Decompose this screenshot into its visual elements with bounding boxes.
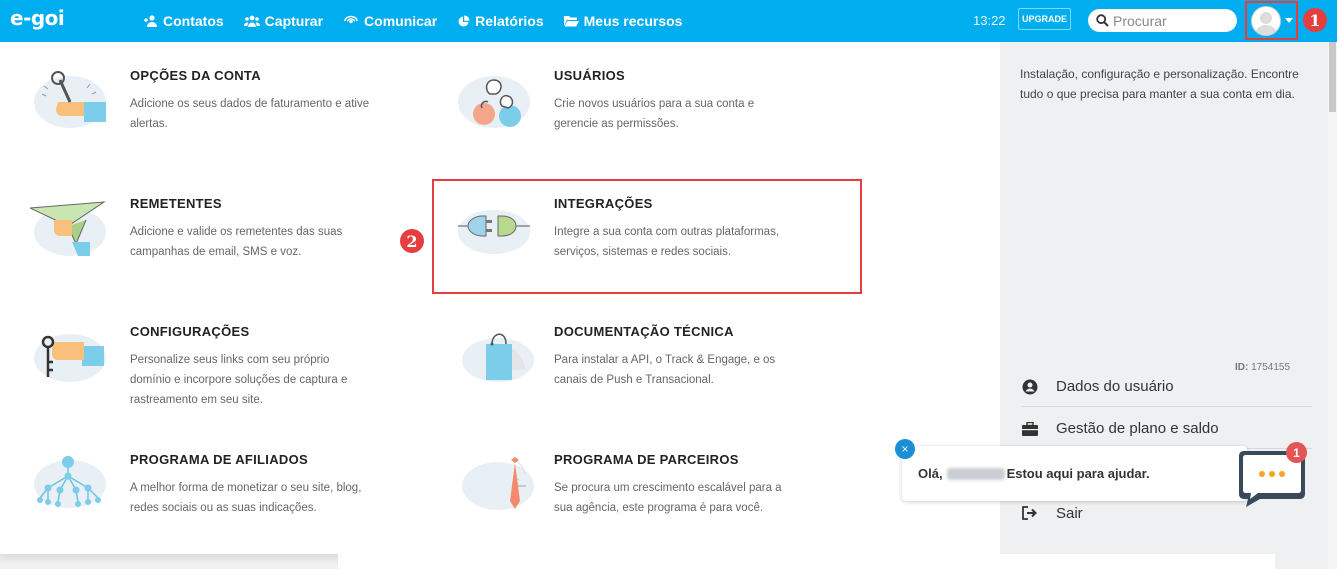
nav-meus-recursos[interactable]: Meus recursos bbox=[563, 13, 683, 29]
side-link-label: Sair bbox=[1056, 504, 1083, 522]
paper-plane-icon bbox=[30, 201, 106, 256]
chat-close-button[interactable]: × bbox=[895, 439, 915, 459]
nav-label: Contatos bbox=[163, 13, 224, 29]
avatar bbox=[1250, 5, 1281, 36]
pie-chart-icon bbox=[458, 15, 470, 26]
menu-item-desc: Crie novos usuários para a sua conta e g… bbox=[554, 98, 755, 130]
menu-item-desc: Adicione os seus dados de faturamento e … bbox=[130, 98, 370, 130]
document-bag-icon bbox=[462, 333, 534, 382]
nav-comunicar[interactable]: Comunicar bbox=[343, 13, 437, 29]
menu-item-title: DOCUMENTAÇÃO TÉCNICA bbox=[554, 324, 734, 339]
chat-greeting-start: Olá, bbox=[918, 466, 943, 481]
menu-item-programa-de-afiliados[interactable]: PROGRAMA DE AFILIADOS A melhor forma de … bbox=[0, 433, 420, 533]
side-panel-description: Instalação, configuração e personalizaçã… bbox=[1020, 67, 1299, 101]
search-input[interactable] bbox=[1113, 12, 1228, 29]
link-dados-do-usuario[interactable]: Dados do usuário bbox=[1022, 367, 1312, 407]
nav-label: Meus recursos bbox=[583, 13, 683, 29]
menu-item-desc: Para instalar a API, o Track & Engage, e… bbox=[554, 354, 776, 386]
key-icon bbox=[34, 334, 106, 382]
menu-item-title: USUÁRIOS bbox=[554, 68, 626, 83]
account-menu-panel: OPÇÕES DA CONTA Adicione os seus dados d… bbox=[0, 42, 1000, 554]
menu-item-title: CONFIGURAÇÕES bbox=[130, 324, 250, 339]
side-link-label: Gestão de plano e saldo bbox=[1056, 420, 1219, 437]
upgrade-button[interactable]: UPGRADE bbox=[1018, 8, 1071, 30]
scrollbar-thumb[interactable] bbox=[1329, 42, 1336, 112]
chat-unread-badge: 1 bbox=[1286, 442, 1307, 463]
menu-item-documentacao-tecnica[interactable]: DOCUMENTAÇÃO TÉCNICA Para instalar a API… bbox=[424, 305, 844, 405]
link-gestao-de-plano[interactable]: Gestão de plano e saldo bbox=[1022, 409, 1312, 449]
chevron-down-icon bbox=[1284, 18, 1293, 23]
chat-greeting-bubble[interactable]: Olá, Estou aqui para ajudar. bbox=[902, 446, 1247, 501]
menu-item-title: OPÇÕES DA CONTA bbox=[130, 68, 261, 83]
annotation-marker-1: 1 bbox=[1303, 8, 1327, 32]
nav-label: Relatórios bbox=[475, 13, 544, 29]
broadcast-icon bbox=[344, 15, 358, 24]
menu-item-remetentes[interactable]: REMETENTES Adicione e valide os remetent… bbox=[0, 177, 420, 277]
chat-greeting-end: Estou aqui para ajudar. bbox=[1006, 466, 1150, 481]
nav-relatorios[interactable]: Relatórios bbox=[457, 13, 544, 29]
top-navigation-bar: e-goi Contatos Capturar Comunicar Relató… bbox=[0, 0, 1337, 42]
menu-item-usuarios[interactable]: USUÁRIOS Crie novos usuários para a sua … bbox=[424, 49, 844, 149]
users-group-icon bbox=[458, 76, 530, 128]
page-content-strip bbox=[338, 554, 1275, 569]
user-plus-icon bbox=[144, 15, 157, 27]
nav-contatos[interactable]: Contatos bbox=[144, 13, 224, 29]
tie-icon bbox=[462, 457, 534, 510]
menu-item-title: PROGRAMA DE AFILIADOS bbox=[130, 452, 308, 467]
integrations-highlight-box bbox=[432, 179, 862, 294]
menu-item-desc: Adicione e valide os remetentes das suas… bbox=[130, 226, 343, 258]
menu-item-title: PROGRAMA DE PARCEIROS bbox=[554, 452, 739, 467]
nav-label: Comunicar bbox=[364, 13, 438, 29]
blurred-username bbox=[946, 467, 1005, 480]
user-circle-icon bbox=[1022, 379, 1038, 394]
wrench-hand-icon bbox=[34, 71, 106, 128]
briefcase-icon bbox=[1022, 421, 1038, 436]
nav-label: Capturar bbox=[264, 13, 324, 29]
clock-time: 13:22 bbox=[973, 13, 1006, 28]
user-avatar-icon bbox=[1254, 11, 1277, 35]
folder-open-icon bbox=[563, 16, 579, 27]
search-box[interactable] bbox=[1088, 9, 1237, 32]
user-menu-toggle[interactable] bbox=[1245, 1, 1298, 40]
menu-item-desc: Personalize seus links com seu próprio d… bbox=[130, 354, 348, 406]
menu-item-desc: A melhor forma de monetizar o seu site, … bbox=[130, 482, 362, 514]
annotation-marker-2: 2 bbox=[400, 229, 424, 253]
nav-capturar[interactable]: Capturar bbox=[243, 13, 324, 29]
search-icon bbox=[1096, 14, 1109, 27]
menu-item-programa-de-parceiros[interactable]: PROGRAMA DE PARCEIROS Se procura um cres… bbox=[424, 433, 844, 533]
main-nav: Contatos Capturar Comunicar Relatórios M… bbox=[144, 0, 702, 42]
menu-item-desc: Se procura um crescimento escalável para… bbox=[554, 482, 782, 514]
menu-item-title: REMETENTES bbox=[130, 196, 222, 211]
users-icon bbox=[243, 15, 260, 27]
page-scrollbar[interactable] bbox=[1328, 42, 1337, 569]
menu-item-opcoes-da-conta[interactable]: OPÇÕES DA CONTA Adicione os seus dados d… bbox=[0, 49, 420, 149]
egoi-logo[interactable]: e-goi bbox=[10, 6, 65, 30]
network-icon bbox=[34, 456, 106, 508]
sign-out-icon bbox=[1022, 506, 1037, 520]
menu-item-configuracoes[interactable]: CONFIGURAÇÕES Personalize seus links com… bbox=[0, 305, 420, 406]
side-link-label: Dados do usuário bbox=[1056, 378, 1174, 395]
